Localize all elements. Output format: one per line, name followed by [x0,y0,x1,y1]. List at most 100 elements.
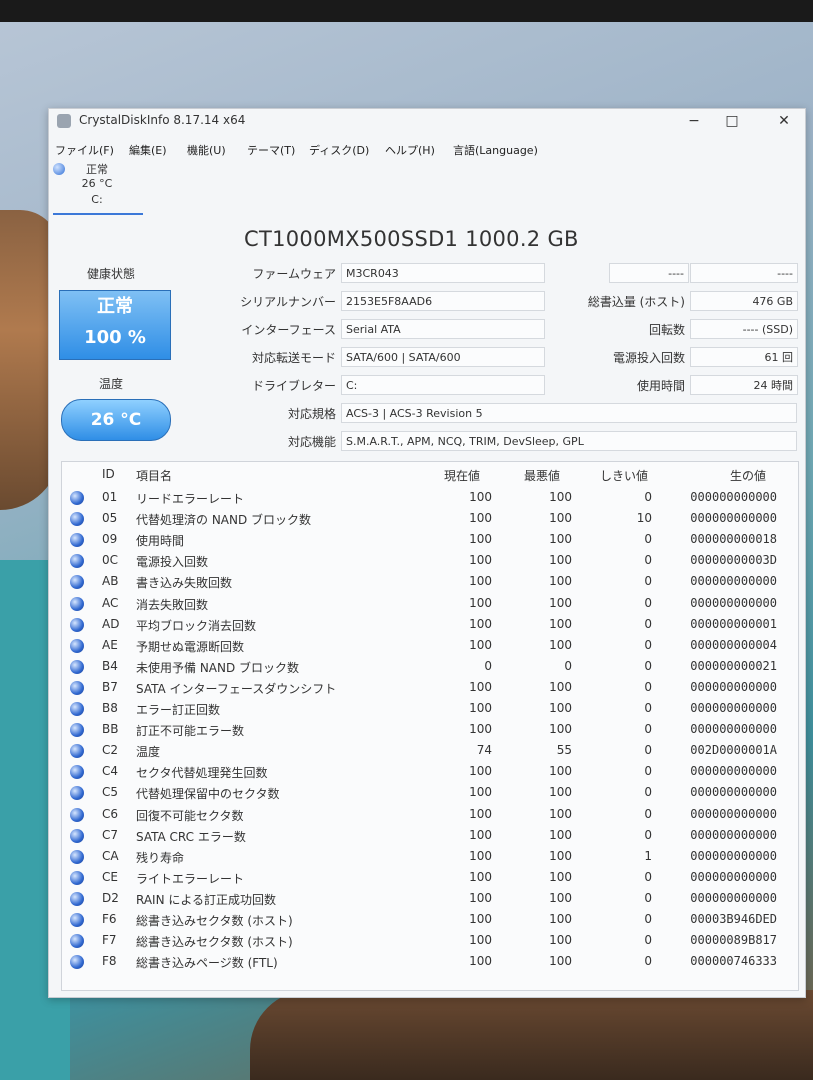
table-row[interactable]: AB 書き込み失敗回数 100 100 0 000000000000 [62,572,798,593]
table-row[interactable]: C7 SATA CRC エラー数 100 100 0 000000000000 [62,826,798,847]
header-id[interactable]: ID [102,467,115,481]
table-row[interactable]: B8 エラー訂正回数 100 100 0 000000000000 [62,699,798,720]
transfer-mode-value: SATA/600 | SATA/600 [341,347,545,367]
features-label: 対応機能 [287,435,336,449]
header-name[interactable]: 項目名 [136,467,172,484]
attr-threshold: 0 [644,785,652,800]
header-current[interactable]: 現在値 [444,467,480,484]
attr-threshold: 0 [644,616,652,631]
table-row[interactable]: BB 訂正不可能エラー数 100 100 0 000000000000 [62,720,798,741]
table-row[interactable]: F7 総書き込みセクタ数 (ホスト) 100 100 0 00000089B817 [62,931,798,952]
health-status-button[interactable]: 正常 100 % [59,290,171,360]
table-row[interactable]: AE 予期せぬ電源断回数 100 100 0 000000000004 [62,636,798,657]
table-row[interactable]: F6 総書き込みセクタ数 (ホスト) 100 100 0 00003B946DED [62,910,798,931]
table-row[interactable]: F8 総書き込みページ数 (FTL) 100 100 0 000000746333 [62,952,798,973]
menu-function[interactable]: 機能(U) [187,142,226,158]
attr-raw: 000000000000 [690,785,777,800]
attr-id: CE [102,869,118,884]
table-row[interactable]: 09 使用時間 100 100 0 000000000018 [62,530,798,551]
attr-name: 総書き込みセクタ数 (ホスト) [136,935,293,950]
attr-id: AB [102,574,119,589]
attr-raw: 000000000000 [690,890,777,905]
attr-current: 100 [469,806,492,821]
attr-id: F7 [102,933,117,948]
table-row[interactable]: CA 残り寿命 100 100 1 000000000000 [62,847,798,868]
status-good-icon [70,807,84,822]
attr-id: C4 [102,764,119,779]
attr-raw: 000000000001 [690,616,777,631]
table-row[interactable]: D2 RAIN による訂正成功回数 100 100 0 000000000000 [62,889,798,910]
menu-language[interactable]: 言語(Language) [453,142,538,158]
attr-id: B7 [102,679,118,694]
table-row[interactable]: B7 SATA インターフェースダウンシフト 100 100 0 000000000000 [62,678,798,699]
table-row[interactable]: C4 セクタ代替処理発生回数 100 100 0 000000000000 [62,762,798,783]
attr-raw: 000000000000 [690,511,777,526]
attr-worst: 100 [549,616,572,631]
table-row[interactable]: C6 回復不可能セクタ数 100 100 0 000000000000 [62,805,798,826]
attr-worst: 100 [549,764,572,779]
attr-name: セクタ代替処理発生回数 [136,766,268,781]
attr-name: 温度 [136,745,161,760]
attr-current: 100 [469,785,492,800]
attr-raw: 000000000000 [690,869,777,884]
status-good-icon [70,575,84,590]
table-row[interactable]: B4 未使用予備 NAND ブロック数 0 0 0 000000000021 [62,657,798,678]
attr-current: 100 [469,912,492,926]
attr-id: AE [102,637,118,652]
attr-worst: 100 [549,722,572,737]
header-worst[interactable]: 最悪値 [524,467,560,484]
standard-label: 対応規格 [287,407,336,421]
menu-edit[interactable]: 編集(E) [129,142,167,158]
header-raw[interactable]: 生の値 [730,467,766,484]
attr-raw: 000000746333 [690,954,777,969]
attr-worst: 100 [549,511,572,526]
attr-name: 予期せぬ電源断回数 [136,639,245,654]
menu-bar: ファイル(F) 編集(E) 機能(U) テーマ(T) ディスク(D) ヘルプ(H… [49,139,805,161]
attr-name: 回復不可能セクタ数 [136,808,244,823]
attr-id: C2 [102,743,119,758]
attr-name: リードエラーレート [136,492,245,506]
window-title: CrystalDiskInfo 8.17.14 x64 [79,113,246,127]
menu-theme[interactable]: テーマ(T) [247,142,295,158]
attr-worst: 100 [549,912,572,926]
attr-raw: 000000000000 [690,764,777,779]
menu-file[interactable]: ファイル(F) [55,142,114,158]
attr-raw: 00000089B817 [690,933,777,948]
close-button[interactable]: ✕ [769,111,799,131]
table-row[interactable]: AC 消去失敗回数 100 100 0 000000000000 [62,594,798,615]
status-good-icon [70,659,84,674]
attr-name: 使用時間 [136,534,185,549]
transfer-mode-label: 対応転送モード [251,351,336,365]
header-threshold[interactable]: しきい値 [600,467,648,484]
attr-threshold: 0 [644,869,652,884]
table-row[interactable]: 05 代替処理済の NAND ブロック数 100 100 10 000000000000 [62,509,798,530]
health-label: 健康状態 [86,267,135,281]
minimize-button[interactable]: − [679,111,709,131]
attr-worst: 100 [549,595,572,610]
table-row[interactable]: AD 平均ブロック消去回数 100 100 0 000000000001 [62,615,798,636]
table-row[interactable]: C5 代替処理保留中のセクタ数 100 100 0 000000000000 [62,783,798,804]
menu-help[interactable]: ヘルプ(H) [385,142,435,158]
maximize-button[interactable]: □ [717,111,747,131]
menu-disk[interactable]: ディスク(D) [309,142,369,158]
attr-raw: 000000000000 [690,722,777,737]
table-row[interactable]: 01 リードエラーレート 100 100 0 000000000000 [62,488,798,509]
attr-id: C6 [102,806,119,821]
attr-worst: 100 [549,490,572,504]
serial-label: シリアルナンバー [240,295,336,309]
attr-current: 0 [484,658,492,673]
table-row[interactable]: C2 温度 74 55 0 002D0000001A [62,741,798,762]
attr-worst: 100 [549,574,572,589]
attr-raw: 000000000000 [690,490,777,504]
table-row[interactable]: CE ライトエラーレート 100 100 0 000000000000 [62,868,798,889]
temperature-button[interactable]: 26 °C [61,399,171,441]
attr-name: 代替処理保留中のセクタ数 [136,787,280,802]
disk-tab-c[interactable]: 正常 26 °C C: [53,161,143,213]
attr-raw: 000000000000 [690,679,777,694]
wallpaper-rock-bottom [250,990,813,1080]
attr-name: 代替処理済の NAND ブロック数 [136,513,312,528]
attr-current: 100 [469,701,492,715]
attr-worst: 55 [556,743,572,758]
attr-id: BB [102,722,119,737]
table-row[interactable]: 0C 電源投入回数 100 100 0 00000000003D [62,551,798,572]
